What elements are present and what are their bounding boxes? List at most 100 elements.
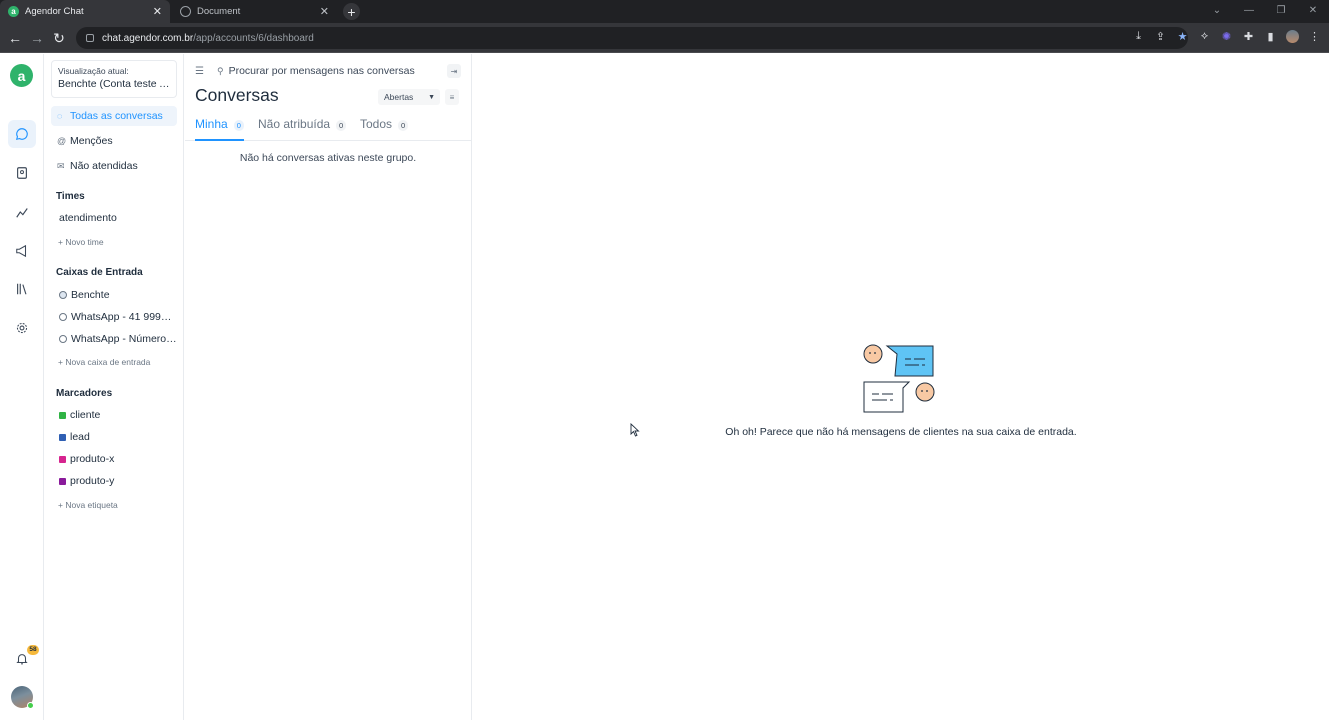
- primary-nav-rail: a 58: [0, 54, 44, 720]
- empty-conversations-message: Não há conversas ativas neste grupo.: [239, 152, 417, 164]
- library-nav-icon[interactable]: [8, 275, 36, 303]
- sidebar-item-label: Todas as conversas: [70, 110, 163, 122]
- globe-icon: [180, 6, 191, 17]
- browser-tab-document[interactable]: Document ✕: [172, 0, 337, 23]
- inbox-item-whatsapp-1[interactable]: WhatsApp - 41 99999-9999: [59, 311, 177, 323]
- label-color-swatch: [59, 433, 66, 441]
- extension-agendor-icon[interactable]: ⟡: [1198, 30, 1211, 43]
- close-tab-icon[interactable]: ✕: [320, 5, 329, 18]
- lock-icon: [86, 34, 94, 42]
- back-icon[interactable]: ←: [6, 29, 24, 47]
- chat-illustration-icon: [863, 344, 935, 413]
- label-item-produto-y[interactable]: produto-y: [59, 475, 177, 487]
- tab-label: Todos: [360, 117, 393, 131]
- tab-title: Agendor Chat: [25, 6, 84, 17]
- conversations-nav-icon[interactable]: [8, 120, 36, 148]
- reports-nav-icon[interactable]: [8, 198, 36, 226]
- settings-gear-icon[interactable]: [8, 314, 36, 342]
- inbox-item-benchte[interactable]: Benchte: [59, 289, 177, 301]
- sidebar-item-mentions[interactable]: @ Menções: [51, 131, 177, 151]
- globe-icon: [59, 291, 67, 299]
- close-window-icon[interactable]: ✕: [1297, 0, 1329, 23]
- campaigns-megaphone-icon[interactable]: [8, 237, 36, 265]
- tab-count: 0: [398, 120, 409, 131]
- team-item[interactable]: atendimento: [59, 212, 177, 224]
- reload-icon[interactable]: ↻: [50, 29, 68, 47]
- account-switcher-label: Visualização atual:: [58, 66, 129, 76]
- inbox-label: WhatsApp - 41 99999-9999: [71, 311, 177, 323]
- sidebar-item-label: Não atendidas: [70, 160, 138, 172]
- search-input[interactable]: Procurar por mensagens nas conversas: [229, 65, 415, 77]
- sidebar-item-label: Menções: [70, 135, 113, 147]
- side-panel-icon[interactable]: ▮: [1264, 30, 1277, 43]
- extension-gear-icon[interactable]: ✺: [1220, 30, 1233, 43]
- agendor-favicon-icon: a: [8, 6, 19, 17]
- forward-icon[interactable]: →: [28, 29, 46, 47]
- tab-label: Minha: [195, 117, 228, 131]
- tab-unassigned[interactable]: Não atribuída 0: [258, 117, 347, 141]
- browser-tab-bar: a Agendor Chat ✕ Document ✕ + ⌄ — ❐ ✕: [0, 0, 1329, 23]
- inbox-label: Benchte: [71, 289, 110, 301]
- window-controls: ⌄ — ❐ ✕: [1201, 0, 1329, 23]
- inbox-item-whatsapp-2[interactable]: WhatsApp - Número Teste: [59, 333, 177, 345]
- filter-icon[interactable]: ≡: [445, 89, 459, 105]
- status-select-value: Abertas: [384, 92, 414, 102]
- label-name: produto-x: [70, 453, 115, 465]
- account-switcher[interactable]: Visualização atual: Benchte (Conta teste…: [51, 60, 177, 98]
- app-root: a 58 Visualização atual: Benchte (Conta …: [0, 54, 1329, 720]
- at-sign-icon: @: [57, 136, 67, 146]
- search-icon: ⚲: [217, 65, 224, 76]
- empty-inbox-message: Oh oh! Parece que não há mensagens de cl…: [725, 426, 1077, 438]
- conversation-main-area: Oh oh! Parece que não há mensagens de cl…: [473, 54, 1329, 720]
- bookmark-star-icon[interactable]: ★: [1176, 30, 1189, 43]
- mouse-cursor-icon: [630, 423, 640, 437]
- label-name: cliente: [70, 409, 101, 421]
- new-team-link[interactable]: + Novo time: [58, 237, 104, 247]
- profile-avatar-icon[interactable]: [1286, 30, 1299, 43]
- teams-section-title: Times: [56, 191, 85, 202]
- tab-count: 0: [233, 120, 244, 131]
- agendor-logo-icon[interactable]: a: [10, 64, 33, 87]
- minimize-icon[interactable]: —: [1233, 0, 1265, 23]
- label-color-swatch: [59, 411, 66, 419]
- label-color-swatch: [59, 455, 66, 463]
- sidebar-item-unattended[interactable]: ✉ Não atendidas: [51, 156, 177, 176]
- browser-tab-agendor[interactable]: a Agendor Chat ✕: [0, 0, 170, 23]
- tab-all[interactable]: Todos 0: [360, 117, 409, 141]
- label-color-swatch: [59, 477, 66, 485]
- address-bar[interactable]: chat.agendor.com.br/app/accounts/6/dashb…: [76, 27, 1188, 49]
- close-tab-icon[interactable]: ✕: [153, 5, 162, 18]
- inbox-label: WhatsApp - Número Teste: [71, 333, 177, 345]
- collapse-panel-icon[interactable]: ⇥: [447, 64, 461, 78]
- conversation-tabs: Minha 0 Não atribuída 0 Todos 0: [185, 114, 471, 141]
- tab-mine[interactable]: Minha 0: [195, 117, 244, 141]
- share-icon[interactable]: ⇪: [1154, 30, 1167, 43]
- new-label-link[interactable]: + Nova etiqueta: [58, 500, 118, 510]
- tab-title: Document: [197, 6, 241, 17]
- label-name: lead: [70, 431, 90, 443]
- contacts-nav-icon[interactable]: [8, 159, 36, 187]
- extensions-puzzle-icon[interactable]: ✚: [1242, 30, 1255, 43]
- menu-toggle-icon[interactable]: ☰: [195, 66, 205, 77]
- page-title: Conversas: [195, 85, 279, 105]
- notification-count-badge: 58: [27, 645, 39, 655]
- restore-icon[interactable]: ❐: [1265, 0, 1297, 23]
- account-switcher-value: Benchte (Conta teste Agendor): [58, 78, 170, 90]
- conversation-search[interactable]: ☰ ⚲ Procurar por mensagens nas conversas…: [195, 62, 461, 80]
- chevron-down-icon: ▼: [428, 93, 435, 101]
- status-select[interactable]: Abertas ▼: [378, 89, 440, 105]
- tab-label: Não atribuída: [258, 117, 331, 131]
- sidebar-item-all-conversations[interactable]: ◌ Todas as conversas: [51, 106, 177, 126]
- label-item-lead[interactable]: lead: [59, 431, 177, 443]
- install-app-icon[interactable]: ⤓: [1132, 30, 1145, 43]
- new-tab-button[interactable]: +: [343, 3, 360, 20]
- new-inbox-link[interactable]: + Nova caixa de entrada: [58, 357, 150, 367]
- tab-search-icon[interactable]: ⌄: [1201, 0, 1233, 23]
- label-item-produto-x[interactable]: produto-x: [59, 453, 177, 465]
- user-avatar[interactable]: [11, 686, 34, 709]
- label-item-cliente[interactable]: cliente: [59, 409, 177, 421]
- secondary-sidebar: Visualização atual: Benchte (Conta teste…: [45, 54, 184, 720]
- menu-dots-icon[interactable]: ⋮: [1308, 30, 1321, 43]
- browser-toolbar: ← → ↻ chat.agendor.com.br/app/accounts/6…: [0, 23, 1329, 53]
- whatsapp-icon: [59, 335, 67, 343]
